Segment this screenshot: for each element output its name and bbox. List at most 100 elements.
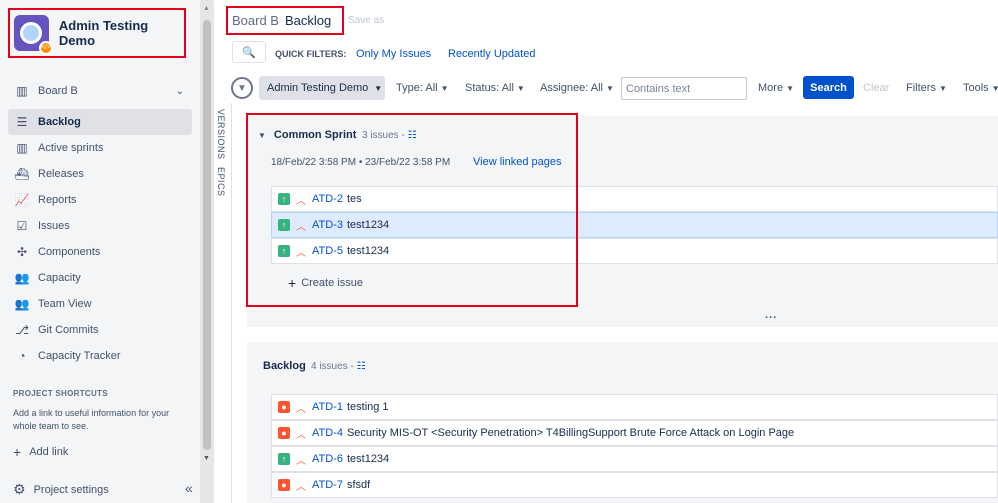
bug-icon: ● (278, 401, 290, 413)
sprint-highlight-box (246, 113, 578, 307)
backlog-details-icon[interactable]: ☷ (357, 361, 366, 372)
search-icon: 🔍 (242, 46, 256, 59)
app-root: </> Admin Testing Demo ▥ Board B ⌄ ☰ Bac… (0, 0, 998, 503)
chevron-down-icon: ▼ (440, 84, 449, 93)
scroll-down-icon[interactable]: ▼ (203, 455, 210, 462)
sidebar-item-capacity[interactable]: 👥 Capacity (8, 265, 192, 291)
assignee-filter[interactable]: Assignee: All ▼ (540, 82, 614, 94)
issue-row[interactable]: ● ︿ ATD-1 testing 1 (271, 394, 998, 420)
tools-menu[interactable]: Tools ▼ (963, 82, 998, 94)
issue-row[interactable]: ↑ ︿ ATD-6 test1234 (271, 446, 998, 472)
project-avatar: </> (14, 15, 53, 55)
sidebar-item-components[interactable]: ✣ Components (8, 239, 192, 265)
chevron-down-icon: ▼ (991, 84, 998, 93)
scrollbar-thumb[interactable] (203, 20, 211, 450)
priority-high-icon: ︿ (296, 455, 306, 467)
chevron-down-icon: ▼ (374, 83, 383, 93)
search-button[interactable]: Search (803, 76, 854, 99)
sprint-more-actions[interactable]: ... (765, 309, 777, 321)
sidebar-item-label: Capacity Tracker (38, 350, 121, 362)
add-link-button[interactable]: + Add link (13, 444, 68, 460)
filter-funnel-icon[interactable]: ▼ (231, 77, 253, 99)
people-icon: 👥 (14, 271, 30, 285)
issue-row[interactable]: ● ︿ ATD-4 Security MIS-OT <Security Pene… (271, 420, 998, 446)
chart-icon: 📈 (14, 193, 30, 207)
sidebar-item-label: Reports (38, 194, 77, 206)
sidebar-item-label: Releases (38, 168, 84, 180)
sidebar-item-label: Team View (38, 298, 92, 310)
issue-key[interactable]: ATD-4 (312, 427, 343, 439)
status-filter-label: Status: All (465, 82, 514, 94)
puzzle-icon: ✣ (16, 245, 28, 259)
project-settings-link[interactable]: ⚙ Project settings (13, 481, 109, 498)
sidebar-item-team-view[interactable]: 👥 Team View (8, 291, 192, 317)
issue-key[interactable]: ATD-6 (312, 453, 343, 465)
sidebar-item-backlog[interactable]: ☰ Backlog (8, 109, 192, 135)
search-toggle-button[interactable]: 🔍 (232, 41, 266, 63)
tab-epics[interactable]: EPICS (216, 167, 226, 197)
chevron-down-icon: ▼ (605, 84, 614, 93)
backlog-issue-count: 4 issues - ☷ (311, 361, 366, 372)
sidebar-item-board[interactable]: ▥ Board B ⌄ (8, 78, 192, 104)
plus-icon: + (13, 444, 22, 460)
bug-icon: ● (278, 479, 290, 491)
bug-icon: ● (278, 427, 290, 439)
sidebar-item-label: Board B (38, 85, 78, 97)
backlog-title: Backlog (263, 360, 306, 372)
sidebar-item-capacity-tracker[interactable]: ◔ Capacity Tracker (8, 343, 192, 369)
issue-row[interactable]: ● ︿ ATD-7 sfsdf (271, 472, 998, 498)
project-select[interactable]: Admin Testing Demo ▼ (259, 76, 385, 100)
type-filter[interactable]: Type: All ▼ (396, 82, 449, 94)
project-name: Admin Testing Demo (58, 18, 149, 48)
sidebar-scrollbar[interactable]: ▲ ▼ (200, 0, 214, 503)
sidebar-item-label: Backlog (38, 116, 81, 128)
assignee-filter-label: Assignee: All (540, 82, 603, 94)
scroll-up-icon[interactable]: ▲ (203, 5, 210, 12)
save-as-button[interactable]: Save as (348, 15, 384, 26)
sidebar-item-label: Git Commits (38, 324, 99, 336)
sidebar-item-issues[interactable]: ☑ Issues (8, 213, 192, 239)
issue-summary: test1234 (346, 453, 390, 465)
chevron-down-icon: ▼ (516, 84, 525, 93)
status-filter[interactable]: Status: All ▼ (465, 82, 525, 94)
shortcuts-description: Add a link to useful information for you… (13, 408, 170, 431)
issue-summary: Security MIS-OT <Security Penetration> T… (346, 427, 795, 439)
more-filter[interactable]: More ▼ (758, 82, 794, 94)
issue-key[interactable]: ATD-7 (312, 479, 343, 491)
quick-filter-only-my-issues[interactable]: Only My Issues (356, 48, 431, 60)
issue-key[interactable]: ATD-1 (312, 401, 343, 413)
contains-text-input[interactable] (621, 77, 747, 100)
project-settings-label: Project settings (33, 483, 109, 496)
quick-filter-recently-updated[interactable]: Recently Updated (448, 48, 535, 60)
git-icon: ⎇ (15, 323, 29, 337)
sidebar-item-label: Capacity (38, 272, 81, 284)
priority-high-icon: ︿ (296, 481, 306, 493)
board-icon: ▥ (16, 84, 28, 98)
tab-versions[interactable]: VERSIONS (216, 109, 226, 160)
issue-summary: sfsdf (346, 479, 371, 491)
sidebar-item-git-commits[interactable]: ⎇ Git Commits (8, 317, 192, 343)
breadcrumb-board[interactable]: Board B (232, 13, 279, 28)
avatar-face-icon (20, 22, 43, 44)
sidebar-nav: ▥ Board B ⌄ ☰ Backlog ▥ Active sprints ⛴… (8, 78, 192, 369)
sidebar: </> Admin Testing Demo ▥ Board B ⌄ ☰ Bac… (0, 0, 200, 503)
clear-button[interactable]: Clear (863, 82, 889, 94)
issues-icon: ☑ (16, 219, 28, 233)
more-filter-label: More (758, 82, 784, 94)
sidebar-item-releases[interactable]: ⛴ Releases (8, 161, 192, 187)
sidebar-item-label: Issues (38, 220, 70, 232)
chevron-down-icon: ▼ (786, 84, 794, 93)
board-icon: ▥ (16, 141, 28, 155)
backlog-icon: ☰ (16, 115, 28, 129)
team-icon: 👥 (14, 297, 30, 311)
chevron-down-icon[interactable]: ⌄ (176, 86, 184, 97)
code-badge-icon: </> (38, 41, 53, 55)
filters-menu[interactable]: Filters ▼ (906, 82, 947, 94)
collapse-sidebar-icon[interactable]: « (185, 480, 193, 496)
breadcrumb: Board B Backlog (226, 6, 344, 35)
project-select-value: Admin Testing Demo (267, 82, 369, 94)
sidebar-item-reports[interactable]: 📈 Reports (8, 187, 192, 213)
project-header[interactable]: </> Admin Testing Demo (8, 8, 186, 58)
sidebar-item-active-sprints[interactable]: ▥ Active sprints (8, 135, 192, 161)
backlog-count-label: 4 issues - (311, 361, 354, 372)
